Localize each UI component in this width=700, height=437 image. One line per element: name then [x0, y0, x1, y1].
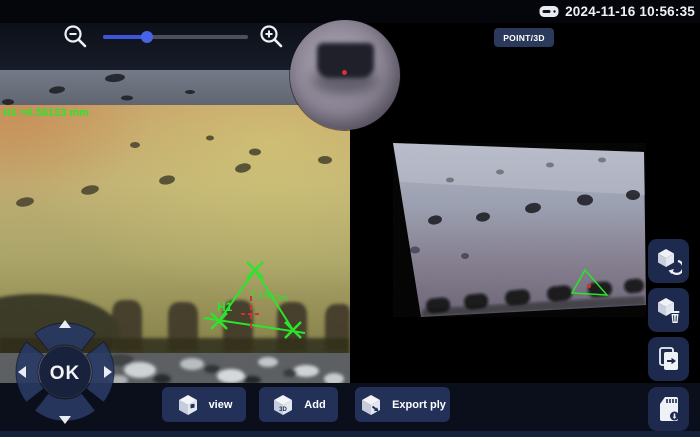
sd-card-save-icon	[656, 395, 682, 423]
reset-3d-view-button[interactable]	[648, 239, 689, 283]
mesh-grain	[393, 143, 646, 317]
dpad: OK	[12, 316, 118, 430]
export-ply-button[interactable]: Export ply	[355, 387, 450, 422]
cube-rotate-icon	[655, 247, 682, 275]
triangle-h1-label: H1	[217, 300, 233, 314]
bottom-edge-strip	[0, 431, 700, 437]
magnifier-inset	[290, 20, 400, 130]
cube-export-icon	[359, 393, 383, 417]
ok-button-label: OK	[50, 363, 81, 384]
cube-3d-icon	[176, 393, 200, 417]
cube-delete-icon	[655, 296, 682, 324]
point3d-mode-button[interactable]: POINT/3D	[494, 28, 554, 47]
file-export-icon	[656, 345, 682, 373]
zoom-slider-thumb[interactable]	[141, 31, 153, 43]
cube-3d-text: 3D	[279, 407, 287, 413]
inset-cursor-dot	[342, 70, 347, 75]
zoom-slider[interactable]	[103, 35, 248, 39]
add-button[interactable]: 3D Add	[259, 387, 338, 422]
zoom-in-button[interactable]	[258, 23, 285, 50]
add-button-label: Add	[304, 399, 325, 411]
delete-3d-button[interactable]	[648, 288, 689, 332]
datetime-label: 2024-11-16 10:56:35	[565, 4, 695, 19]
measurement-readout: H1 =0.56133 mm	[3, 107, 89, 119]
device-screen: 2024-11-16 10:56:35 POINT/3D	[0, 0, 700, 437]
view-button-label: view	[209, 399, 233, 411]
view-button[interactable]: view	[162, 387, 246, 422]
save-to-sd-button[interactable]	[648, 387, 689, 431]
zoom-slider-fill	[103, 35, 147, 39]
pointcloud-view[interactable]	[380, 120, 660, 335]
zoom-out-button[interactable]	[62, 23, 89, 50]
storage-drive-icon	[539, 5, 559, 18]
cube-3d-icon: 3D	[271, 393, 295, 417]
export-file-button[interactable]	[648, 337, 689, 381]
export-ply-button-label: Export ply	[392, 399, 446, 411]
